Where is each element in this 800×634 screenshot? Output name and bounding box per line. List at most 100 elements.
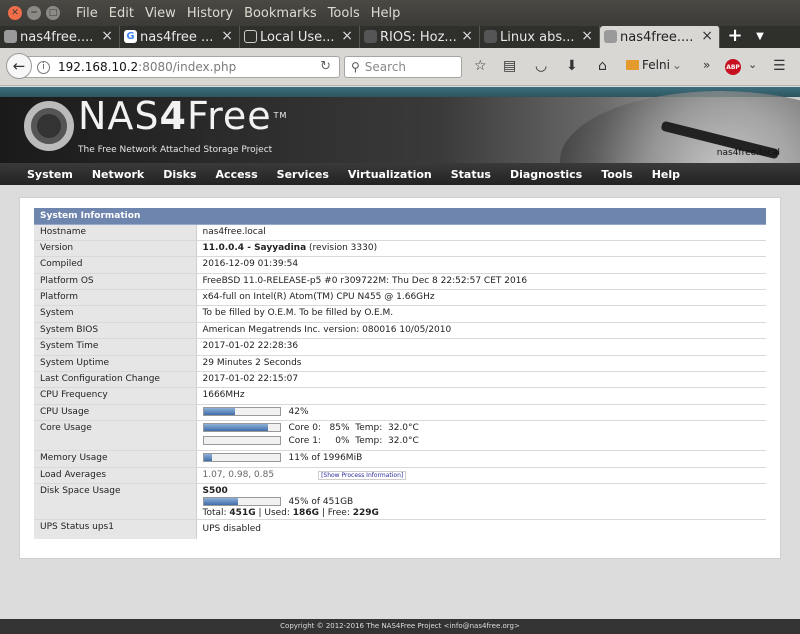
row-label: Hostname [34,224,197,241]
compiled-value: 2016-12-09 01:39:54 [196,256,766,274]
generic-favicon-icon [244,30,257,43]
nas4free-banner: NAS4Free TM The Free Network Attached Sto… [0,87,800,163]
tab-strip: nas4free.... × G nas4free ... × Local Us… [0,26,800,48]
table-row: UPS Status ups1 UPS disabled [34,519,766,540]
browser-tab[interactable]: nas4free.... × [0,26,120,48]
menu-services[interactable]: Services [277,168,329,181]
url-host: 192.168.10.2 [58,60,139,74]
overflow-chevron-icon[interactable]: » [703,58,710,72]
window-close-button[interactable]: ✕ [8,6,22,20]
dark-favicon-icon [484,30,497,43]
load-averages-cell: 1.07, 0.98, 0.85 [Show Process Informatio… [196,467,766,484]
table-row: Disk Space Usage S500 45% of 451GB Total… [34,483,766,520]
nas4free-logo[interactable]: NAS4Free TM [78,96,287,136]
row-label: CPU Usage [34,404,197,422]
table-title: System Information [34,208,766,225]
menu-edit[interactable]: Edit [109,6,134,21]
tab-close-icon[interactable]: × [461,28,473,44]
tab-label: Local Use... [260,29,335,45]
table-row: Memory Usage 11% of 1996MiB [34,450,766,468]
core-1-bar [202,436,281,446]
disk-used-label: | Used: [255,507,293,518]
disk-total-value: 451G [229,507,256,518]
menu-bookmarks[interactable]: Bookmarks [244,6,317,21]
row-label: System Time [34,338,197,356]
row-label: System BIOS [34,322,197,340]
menu-system[interactable]: System [27,168,73,181]
table-row: System Time 2017-01-02 22:28:36 [34,338,766,356]
bookmark-star-icon[interactable]: ☆ [474,58,487,74]
menu-tools[interactable]: Tools [601,168,632,181]
tab-close-icon[interactable]: × [581,28,593,44]
pocket-icon[interactable]: ◡ [535,58,547,74]
browser-tab[interactable]: Linux abs... × [480,26,600,48]
reload-icon[interactable]: ↻ [320,59,331,74]
home-icon[interactable]: ⌂ [598,58,607,74]
search-input[interactable]: ⚲ Search [344,56,462,78]
disk-usage-text: 45% of 451GB [288,496,354,507]
menu-status[interactable]: Status [451,168,491,181]
ups-status-value: UPS disabled [202,523,261,534]
row-label: Platform OS [34,273,197,291]
menu-history[interactable]: History [187,6,233,21]
memory-usage-bar-fill [203,454,212,462]
cpu-usage-text: 42% [288,406,309,417]
table-row: Load Averages 1.07, 0.98, 0.85 [Show Proc… [34,467,766,484]
bookmark-folder-felni[interactable]: Felni ⌄ [626,58,682,72]
download-icon[interactable]: ⬇ [566,58,578,74]
adblock-plus-icon[interactable]: ABP [725,59,741,75]
row-label: Load Averages [34,467,197,484]
window-maximize-button[interactable]: □ [46,6,60,20]
nas4free-disc-logo-icon [24,101,74,151]
menu-diagnostics[interactable]: Diagnostics [510,168,582,181]
tab-close-icon[interactable]: × [101,28,113,44]
table-row: Version 11.0.0.4 - Sayyadina (revision 33… [34,240,766,258]
site-info-icon[interactable]: i [37,60,50,74]
show-process-information-link[interactable]: [Show Process Information] [318,470,407,480]
url-bar[interactable]: i 192.168.10.2 :8080/index.php ↻ [24,56,340,78]
reading-list-icon[interactable]: ▤ [503,58,516,74]
core-1-line: Core 1: 0% Temp: 32.0°C [202,435,767,448]
hamburger-menu-icon[interactable]: ☰ [773,58,786,74]
content-panel: System Information Hostname nas4free.loca… [19,197,781,559]
core-0-line: Core 0: 85% Temp: 32.0°C [202,422,767,435]
disk-usage-bar-fill [203,497,238,505]
tab-close-icon[interactable]: × [701,28,713,44]
window-titlebar: ✕ − □ File Edit View History Bookmarks T… [0,0,800,26]
core-1-text: Core 1: 0% Temp: 32.0°C [288,436,419,447]
table-row: System Uptime 29 Minutes 2 Seconds [34,355,766,373]
new-tab-plus-icon[interactable]: + [720,26,750,48]
browser-tab[interactable]: G nas4free ... × [120,26,240,48]
search-placeholder: Search [364,60,407,74]
system-time-value: 2017-01-02 22:28:36 [196,338,766,356]
tab-label: nas4free.... [20,29,94,45]
menu-help[interactable]: Help [652,168,680,181]
menu-virtualization[interactable]: Virtualization [348,168,432,181]
load-averages-value: 1.07, 0.98, 0.85 [202,469,275,480]
menu-view[interactable]: View [145,6,176,21]
window-minimize-button[interactable]: − [27,6,41,20]
back-arrow-icon[interactable]: ← [6,53,32,79]
tab-close-icon[interactable]: × [341,28,353,44]
menu-help[interactable]: Help [371,6,401,21]
tab-close-icon[interactable]: × [221,28,233,44]
menu-tools[interactable]: Tools [328,6,360,21]
platform-value: x64-full on Intel(R) Atom(TM) CPU N455 @… [196,289,766,307]
menu-access[interactable]: Access [216,168,258,181]
row-label: UPS Status ups1 [34,519,197,540]
browser-tab[interactable]: RIOS: Hoz... × [360,26,480,48]
menu-network[interactable]: Network [92,168,144,181]
table-row: System To be filled by O.E.M. To be fille… [34,305,766,323]
table-row: CPU Usage 42% [34,404,766,422]
menu-file[interactable]: File [76,6,98,21]
chevron-down-icon[interactable]: ⌄ [748,58,757,71]
logo-trademark: TM [273,111,288,120]
tab-list-chevron-icon[interactable]: ▼ [750,26,770,48]
menu-disks[interactable]: Disks [163,168,196,181]
browser-tab[interactable]: Local Use... × [240,26,360,48]
tab-label: nas4free ... [140,29,214,45]
row-label: System Uptime [34,355,197,373]
bios-value: American Megatrends Inc. version: 080016… [196,322,766,340]
browser-tab-active[interactable]: nas4free.... × [600,26,720,48]
table-row: Platform x64-full on Intel(R) Atom(TM) CP… [34,289,766,307]
